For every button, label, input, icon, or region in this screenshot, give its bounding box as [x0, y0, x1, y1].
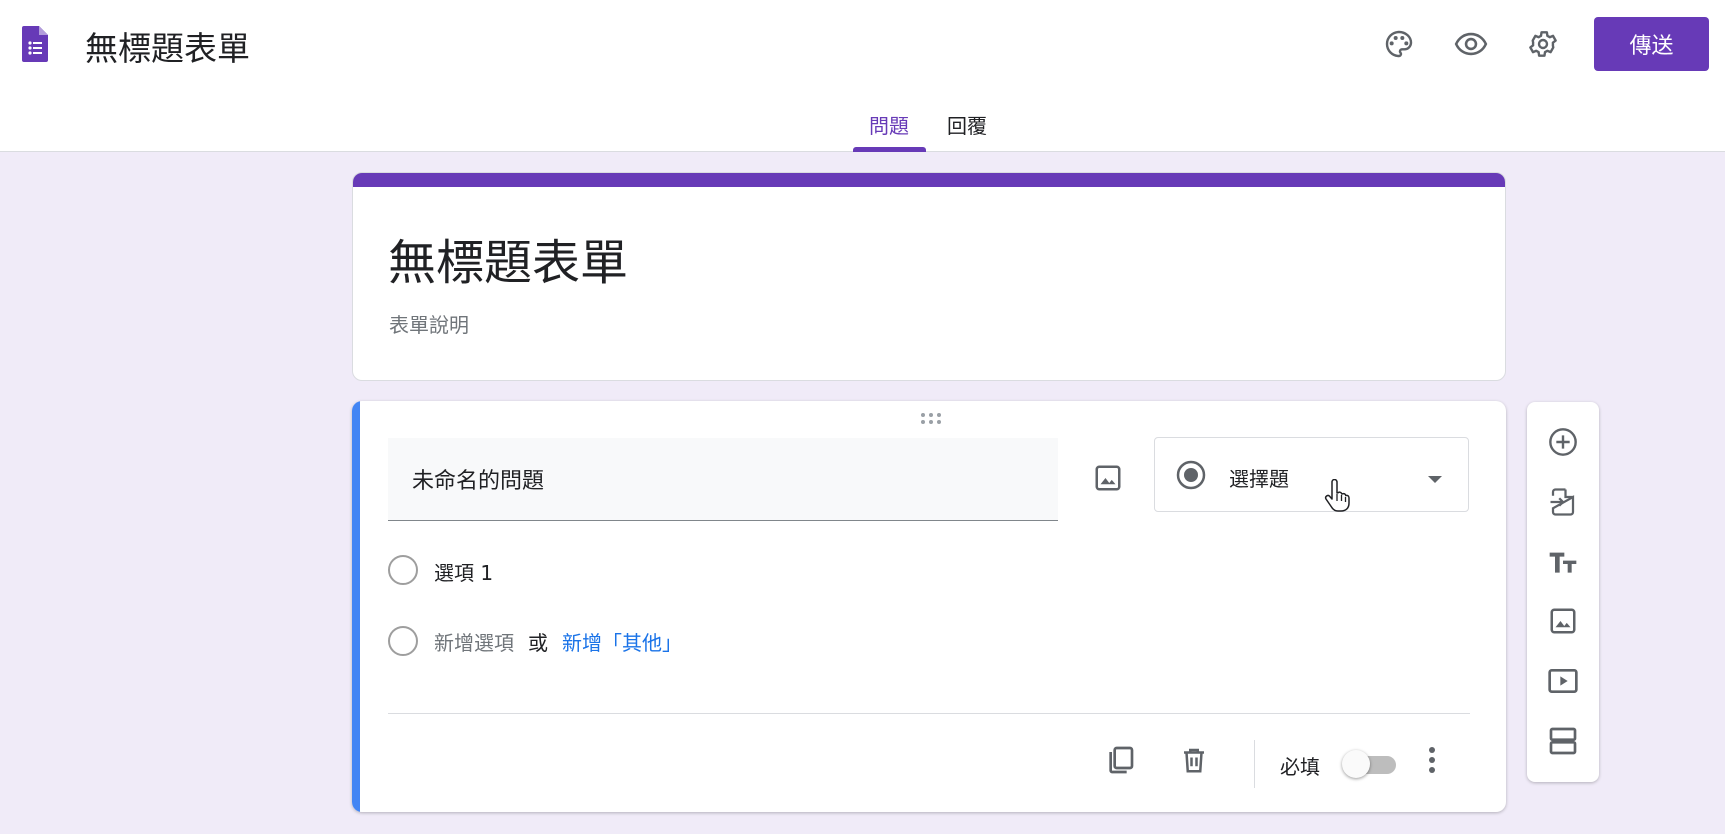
- add-video-icon[interactable]: [1541, 659, 1585, 703]
- form-description-input[interactable]: 表單說明: [389, 309, 469, 338]
- preview-eye-icon[interactable]: [1451, 24, 1491, 64]
- title-card-accent-bar: [353, 173, 1505, 187]
- drag-handle-icon[interactable]: [916, 411, 946, 427]
- add-option-radio: [388, 626, 418, 656]
- radio-checked-icon: [1175, 459, 1207, 495]
- required-label: 必填: [1280, 755, 1320, 779]
- question-card: 選擇題 選項 1 新增選項 或 新增「其他」 必填: [352, 401, 1506, 812]
- form-title-card: 無標題表單 表單說明: [352, 172, 1506, 381]
- required-toggle[interactable]: [1342, 748, 1402, 778]
- or-text: 或: [528, 631, 548, 655]
- question-type-dropdown[interactable]: 選擇題: [1154, 437, 1469, 512]
- import-questions-icon[interactable]: [1541, 480, 1585, 524]
- toggle-thumb: [1342, 750, 1370, 778]
- more-options-icon[interactable]: [1410, 738, 1454, 782]
- delete-trash-icon[interactable]: [1172, 738, 1216, 782]
- question-card-accent-bar: [352, 401, 360, 812]
- add-other-link[interactable]: 新增「其他」: [562, 627, 682, 656]
- settings-gear-icon[interactable]: [1523, 24, 1563, 64]
- footer-separator: [1254, 740, 1255, 788]
- add-image-icon[interactable]: [1541, 599, 1585, 643]
- option-1-radio[interactable]: [388, 555, 418, 585]
- forms-app-icon[interactable]: [22, 26, 48, 62]
- hand-cursor-icon: [1324, 478, 1350, 517]
- app-header: 無標題表單 傳送 問題 回覆: [0, 0, 1725, 152]
- add-question-icon[interactable]: [1541, 420, 1585, 464]
- duplicate-icon[interactable]: [1098, 738, 1142, 782]
- question-type-label: 選擇題: [1229, 467, 1289, 491]
- tab-questions[interactable]: 問題: [869, 110, 909, 139]
- add-title-icon[interactable]: [1541, 540, 1585, 584]
- palette-icon[interactable]: [1379, 24, 1419, 64]
- tab-responses[interactable]: 回覆: [947, 110, 987, 139]
- send-button[interactable]: 傳送: [1594, 17, 1709, 71]
- active-tab-indicator: [853, 147, 926, 152]
- add-option-link[interactable]: 新增選項: [434, 627, 514, 656]
- add-section-icon[interactable]: [1541, 719, 1585, 763]
- side-toolbar: [1527, 402, 1599, 782]
- option-1-label[interactable]: 選項 1: [434, 557, 493, 586]
- question-title-input[interactable]: [388, 438, 1058, 521]
- dropdown-arrow-icon: [1425, 470, 1445, 489]
- form-title[interactable]: 無標題表單: [388, 223, 628, 293]
- question-footer-divider: [388, 713, 1470, 714]
- document-title[interactable]: 無標題表單: [85, 22, 250, 70]
- add-image-icon[interactable]: [1086, 456, 1130, 500]
